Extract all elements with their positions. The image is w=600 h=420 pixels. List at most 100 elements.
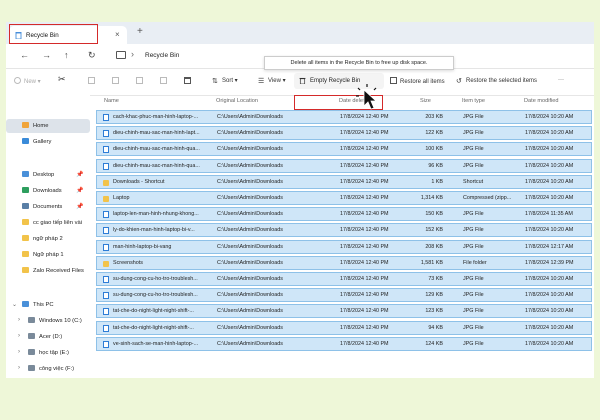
file-location: C:\Users\Admin\Downloads xyxy=(217,324,283,331)
sidebar-item-this-pc[interactable]: ⌄ This PC xyxy=(6,298,90,312)
tab-close-icon[interactable]: × xyxy=(115,30,120,39)
file-modified: 17/8/2024 10:20 AM xyxy=(525,178,574,185)
sidebar-item-home[interactable]: Home xyxy=(6,119,90,133)
sidebar-item-folder[interactable]: Zalo Received Files xyxy=(6,264,90,278)
sidebar-item-desktop[interactable]: Desktop 📌 xyxy=(6,168,90,182)
file-size: 152 KB xyxy=(425,227,443,234)
sidebar-item-documents[interactable]: Documents 📌 xyxy=(6,200,90,214)
table-row[interactable]: dieu-chinh-mau-sac-man-hinh-qua... C:\Use… xyxy=(96,158,592,173)
new-tab-icon[interactable]: + xyxy=(137,26,143,37)
tab-highlight-box xyxy=(9,24,98,44)
column-header-name[interactable]: Name xyxy=(104,98,119,104)
file-type: JPG File xyxy=(463,211,484,218)
drive-icon xyxy=(28,349,35,355)
folder-icon xyxy=(22,267,29,273)
chevron-right-icon[interactable]: › xyxy=(18,317,20,323)
restore-all-icon xyxy=(390,77,397,84)
more-options-icon[interactable]: ··· xyxy=(558,77,564,83)
tooltip: Delete all items in the Recycle Bin to f… xyxy=(264,56,454,70)
sidebar-item-drive[interactable]: › Windows 10 (C:) xyxy=(6,314,90,328)
folder-icon xyxy=(103,260,109,267)
sidebar-label: công việc (F:) xyxy=(39,366,75,372)
sort-button[interactable]: ⇅ Sort ▾ xyxy=(212,77,238,85)
back-arrow-icon[interactable]: ← xyxy=(20,50,29,60)
file-modified: 17/8/2024 10:20 AM xyxy=(525,146,574,153)
table-row[interactable]: laptop-len-man-hinh-nhung-khong... C:\Use… xyxy=(96,207,592,222)
up-arrow-icon[interactable]: ↑ xyxy=(64,50,69,60)
chevron-down-icon[interactable]: ⌄ xyxy=(12,301,17,308)
file-name: Screenshots xyxy=(113,259,143,266)
restore-selected-button[interactable]: ↺ Restore the selected items xyxy=(456,77,537,85)
table-row[interactable]: tat-che-do-night-light-night-shift-... C:… xyxy=(96,320,592,335)
delete-icon[interactable] xyxy=(184,77,194,85)
table-row[interactable]: Laptop C:\Users\Admin\Downloads 17/8/2024 … xyxy=(96,191,592,205)
file-location: C:\Users\Admin\Downloads xyxy=(217,195,283,201)
file-size: 1,581 KB xyxy=(420,259,443,266)
file-type: Shortcut xyxy=(463,178,484,185)
command-bar: New ▾ ✂ ⇅ Sort ▾ ☰ View ▾ Empty Recycle Bi… xyxy=(6,69,594,96)
chevron-right-icon[interactable]: › xyxy=(18,349,20,355)
column-header-item-type[interactable]: Item type xyxy=(462,98,485,104)
table-row[interactable]: tat-che-do-night-light-night-shift-... C:… xyxy=(96,304,592,319)
restore-all-button[interactable]: Restore all items xyxy=(390,77,445,85)
share-icon[interactable] xyxy=(160,77,170,85)
paste-icon[interactable] xyxy=(112,77,122,85)
sidebar-item-downloads[interactable]: Downloads 📌 xyxy=(6,184,90,198)
empty-bin-icon xyxy=(299,77,306,84)
view-button[interactable]: ☰ View ▾ xyxy=(258,77,286,85)
file-location: C:\Users\Admin\Downloads xyxy=(217,340,283,347)
chevron-right-icon[interactable]: › xyxy=(18,365,20,371)
gallery-icon xyxy=(22,138,29,144)
image-file-icon xyxy=(103,308,109,316)
file-modified: 17/8/2024 10:20 AM xyxy=(525,324,574,331)
image-file-icon xyxy=(103,340,109,348)
sidebar-item-folder[interactable]: ngữ pháp 2 xyxy=(6,232,90,246)
sidebar-item-drive[interactable]: › công việc (F:) xyxy=(6,362,90,376)
new-button[interactable]: New ▾ xyxy=(14,77,41,85)
table-row[interactable]: ve-sinh-sach-se-man-hinh-laptop-... C:\Us… xyxy=(96,336,592,351)
refresh-icon[interactable]: ↻ xyxy=(88,50,96,61)
sidebar-item-gallery[interactable]: Gallery xyxy=(6,135,90,149)
table-row[interactable]: Screenshots C:\Users\Admin\Downloads 17/8/… xyxy=(96,255,592,270)
cut-icon[interactable]: ✂ xyxy=(58,74,66,85)
file-modified: 17/8/2024 10:20 AM xyxy=(525,292,574,299)
column-header-location[interactable]: Original Location xyxy=(216,98,258,104)
image-file-icon xyxy=(103,324,109,332)
computer-icon xyxy=(22,301,29,307)
drive-icon xyxy=(28,365,35,371)
file-type: JPG File xyxy=(463,114,484,120)
view-label: View ▾ xyxy=(268,78,286,84)
breadcrumb[interactable]: Recycle Bin xyxy=(145,52,179,59)
view-icon: ☰ xyxy=(258,78,265,85)
sidebar-label: ngữ pháp 2 xyxy=(33,236,63,242)
table-row[interactable]: dieu-chinh-mau-sac-man-hinh-lapt... C:\Us… xyxy=(96,126,592,141)
file-location: C:\Users\Admin\Downloads xyxy=(217,259,283,266)
copy-icon[interactable] xyxy=(88,77,98,85)
sidebar-item-folder[interactable]: Ngữ pháp 1 xyxy=(6,248,90,262)
file-name: Laptop xyxy=(113,195,130,201)
sidebar-item-folder[interactable]: cc giao tiếp liên vài xyxy=(6,216,90,230)
column-header-date-modified[interactable]: Date modified xyxy=(524,98,559,104)
sidebar-item-drive[interactable]: › học tập (E:) xyxy=(6,346,90,360)
table-row[interactable]: man-hinh-laptop-bi-vang C:\Users\Admin\Do… xyxy=(96,239,592,254)
chevron-right-icon[interactable]: › xyxy=(18,333,20,339)
table-row[interactable]: su-dung-cong-cu-ho-tro-troublesh... C:\Us… xyxy=(96,272,592,286)
navigation-pane: Home Gallery Desktop 📌 Downloads 📌 Docum… xyxy=(6,95,90,378)
sidebar-label: học tập (E:) xyxy=(39,350,69,356)
table-row[interactable]: ly-do-khien-man-hinh-laptop-bi-v... C:\Us… xyxy=(96,223,592,238)
rename-icon[interactable] xyxy=(136,77,146,85)
file-type: File folder xyxy=(463,259,487,266)
folder-icon xyxy=(22,251,29,257)
table-row[interactable]: su-dung-cong-cu-ho-tro-troublesh... C:\Us… xyxy=(96,288,592,303)
downloads-icon xyxy=(22,187,29,193)
sidebar-item-drive[interactable]: › Acer (D:) xyxy=(6,330,90,344)
table-row[interactable]: dieu-chinh-mau-sac-man-hinh-qua... C:\Use… xyxy=(96,142,592,157)
file-type: JPG File xyxy=(463,308,484,315)
drive-icon xyxy=(28,317,35,323)
file-location: C:\Users\Admin\Downloads xyxy=(217,162,283,169)
table-row[interactable]: Downloads - Shortcut C:\Users\Admin\Downl… xyxy=(96,174,592,189)
table-row[interactable]: cach-khac-phuc-man-hinh-laptop-... C:\Use… xyxy=(96,110,592,124)
file-explorer-window: Recycle Bin × + ← → ↑ ↻ › Recycle Bin Ne… xyxy=(6,22,594,378)
forward-arrow-icon[interactable]: → xyxy=(42,50,51,60)
column-header-size[interactable]: Size xyxy=(420,98,431,104)
